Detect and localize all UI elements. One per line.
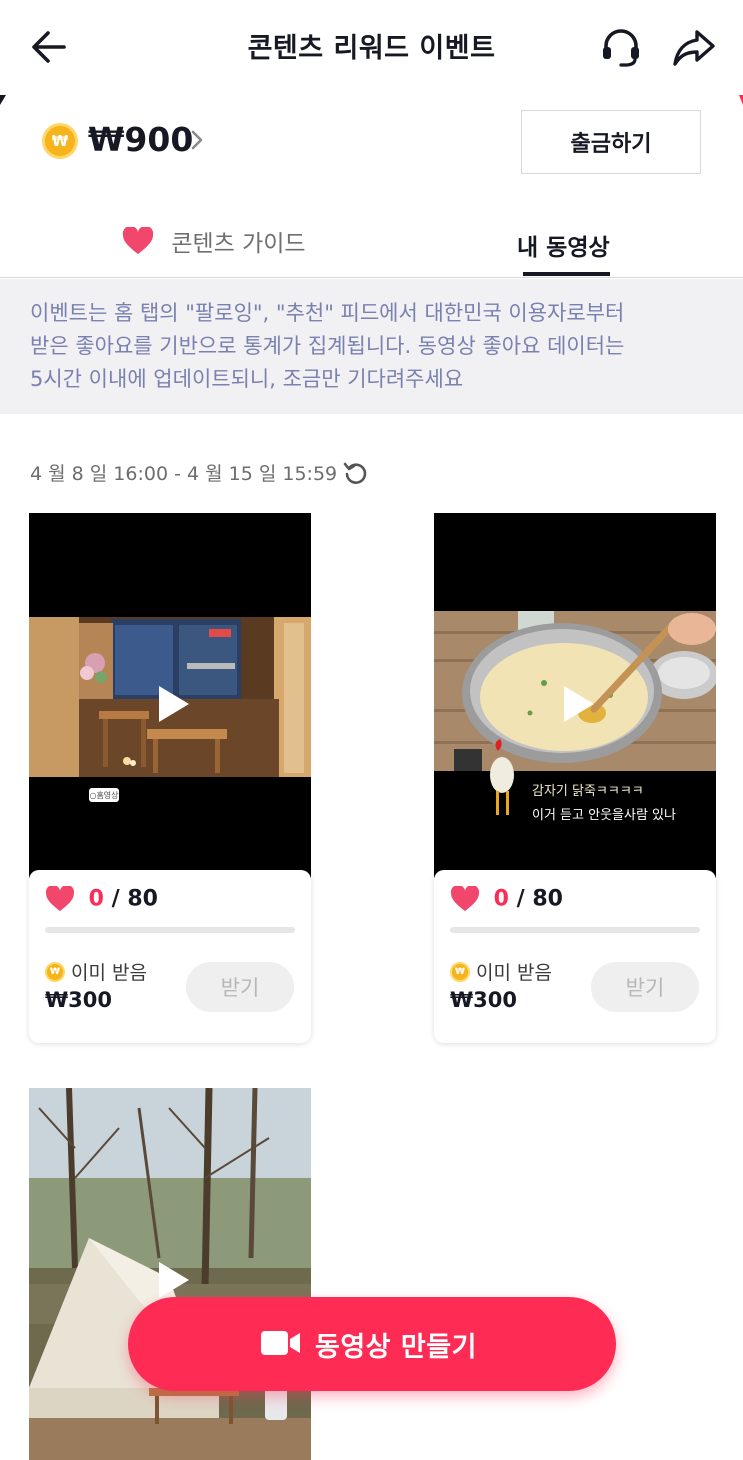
heart-icon xyxy=(450,886,480,912)
video-camera-icon xyxy=(261,1331,300,1355)
thumb-caption: ○홈영상 xyxy=(89,790,119,800)
balance-amount[interactable]: ₩900 xyxy=(88,120,193,159)
likes-target: / 80 xyxy=(111,886,158,912)
notice-line: 5시간 이내에 업데이트되니, 조금만 기다려주세요 xyxy=(30,367,464,391)
likes-current: 0 xyxy=(493,886,509,912)
share-arrow-icon[interactable] xyxy=(672,26,716,68)
video-thumbnail[interactable]: 감자기 닭죽ㅋㅋㅋㅋ 이거 듣고 안웃을사람 있나 xyxy=(434,513,716,878)
coin-icon: ₩ xyxy=(450,961,470,982)
likes-count: 0 / 80 xyxy=(450,886,563,912)
heart-icon xyxy=(122,227,154,254)
tab-bar: 콘텐츠 가이드 내 동영상 xyxy=(0,210,743,278)
chevron-right-icon[interactable] xyxy=(189,127,205,153)
refresh-icon[interactable] xyxy=(343,460,369,486)
play-icon[interactable] xyxy=(564,686,594,722)
video-card[interactable]: ○홈영상 0 / 80 ₩ 이미 받음 ₩300 받기 xyxy=(29,513,311,1043)
notice-line: 받은 좋아요를 기반으로 통계가 집계됩니다. 동영상 좋아요 데이터는 xyxy=(30,334,625,358)
likes-target: / 80 xyxy=(516,886,563,912)
heart-icon xyxy=(45,886,75,912)
reward-status: ₩ 이미 받음 xyxy=(450,958,552,985)
balance-row: ₩ ₩900 출금하기 xyxy=(0,100,743,190)
likes-current: 0 xyxy=(88,886,104,912)
play-icon[interactable] xyxy=(159,1262,189,1298)
video-card[interactable]: 감자기 닭죽ㅋㅋㅋㅋ 이거 듣고 안웃을사람 있나 0 / 80 ₩ 이미 받음 … xyxy=(434,513,716,1043)
video-thumbnail[interactable]: ○홈영상 xyxy=(29,513,311,878)
active-tab-indicator xyxy=(523,272,610,276)
reward-amount: ₩300 xyxy=(450,988,517,1012)
headset-icon[interactable] xyxy=(598,24,644,70)
status-label: 이미 받음 xyxy=(476,962,552,984)
likes-count: 0 / 80 xyxy=(45,886,158,912)
claim-button[interactable]: 받기 xyxy=(186,962,294,1012)
video-card[interactable] xyxy=(29,1088,311,1460)
claim-button[interactable]: 받기 xyxy=(591,962,699,1012)
likes-progress-bar xyxy=(45,927,295,933)
create-video-button[interactable]: 동영상 만들기 xyxy=(128,1297,616,1391)
reward-status: ₩ 이미 받음 xyxy=(45,958,147,985)
tab-label: 콘텐츠 가이드 xyxy=(171,231,306,257)
create-video-label: 동영상 만들기 xyxy=(315,1332,477,1363)
withdraw-button[interactable]: 출금하기 xyxy=(521,110,701,174)
thumb-caption: 감자기 닭죽ㅋㅋㅋㅋ xyxy=(532,784,644,799)
thumb-caption: 이거 듣고 안웃을사람 있나 xyxy=(532,808,676,823)
notice-line: 이벤트는 홈 탭의 "팔로잉", "추천" 피드에서 대한민국 이용자로부터 xyxy=(30,301,625,325)
video-stats: 0 / 80 ₩ 이미 받음 ₩300 받기 xyxy=(434,870,716,1043)
event-period: 4 월 8 일 16:00 - 4 월 15 일 15:59 xyxy=(30,463,338,485)
status-label: 이미 받음 xyxy=(71,962,147,984)
top-bar: 콘텐츠 리워드 이벤트 xyxy=(0,0,743,95)
coin-icon: ₩ xyxy=(45,961,65,982)
play-icon[interactable] xyxy=(159,686,189,722)
likes-progress-bar xyxy=(450,927,700,933)
video-stats: 0 / 80 ₩ 이미 받음 ₩300 받기 xyxy=(29,870,311,1043)
coin-icon: ₩ xyxy=(42,123,78,159)
video-thumbnail[interactable] xyxy=(29,1088,311,1460)
event-notice: 이벤트는 홈 탭의 "팔로잉", "추천" 피드에서 대한민국 이용자로부터 받… xyxy=(0,279,743,414)
reward-amount: ₩300 xyxy=(45,988,112,1012)
